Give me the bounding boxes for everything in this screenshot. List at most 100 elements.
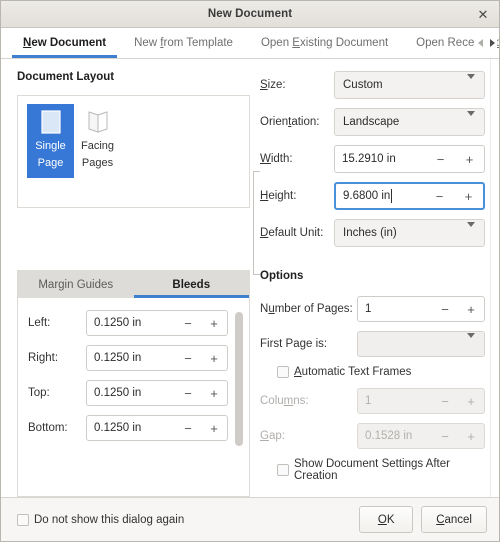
chevron-down-icon	[467, 227, 475, 239]
gap-input: 0.1528 in	[358, 430, 432, 442]
height-input[interactable]: 9.6800 in	[336, 189, 425, 203]
tab-new-from-template[interactable]: New from Template	[120, 28, 247, 58]
height-decrement-button[interactable]: −	[425, 184, 454, 208]
orientation-combo[interactable]: Landscape	[334, 108, 485, 136]
document-layout-title: Document Layout	[17, 71, 250, 83]
size-label: Size:	[260, 79, 334, 91]
height-control: 9.6800 in − +	[334, 182, 485, 210]
width-increment-button[interactable]: +	[455, 146, 484, 172]
show-document-settings-checkbox-row[interactable]: Show Document Settings After Creation	[260, 458, 485, 482]
dialog-footer: Do not show this dialog again OK Cancel	[1, 497, 499, 541]
default-unit-label: Default Unit:	[260, 227, 334, 239]
tab-new-document[interactable]: New Document	[9, 28, 120, 58]
lower-section: Margin Guides Bleeds Left: 0.1250 in	[1, 256, 499, 497]
bleed-top-label: Top:	[28, 387, 86, 399]
width-input[interactable]: 15.2910 in	[335, 153, 426, 165]
bleed-left-increment-button[interactable]: +	[201, 311, 227, 335]
columns-input: 1	[358, 395, 432, 407]
bleed-bottom-increment-button[interactable]: +	[201, 416, 227, 440]
height-increment-button[interactable]: +	[454, 184, 483, 208]
number-of-pages-input[interactable]: 1	[358, 303, 432, 315]
bleed-left-label: Left:	[28, 317, 86, 329]
dialog-content: Document Layout Single Page	[1, 59, 499, 497]
bleed-left-input[interactable]: 0.1250 in	[87, 317, 175, 329]
first-page-is-control	[357, 331, 485, 357]
do-not-show-checkbox-row[interactable]: Do not show this dialog again	[13, 514, 184, 526]
layout-option-single-page[interactable]: Single Page	[27, 104, 74, 178]
width-spinner[interactable]: 15.2910 in − +	[334, 145, 485, 173]
facing-pages-icon	[85, 109, 111, 135]
number-of-pages-increment-button[interactable]: +	[458, 297, 484, 321]
number-of-pages-decrement-button[interactable]: −	[432, 297, 458, 321]
default-unit-control: Inches (in)	[334, 219, 485, 247]
row-bleed-bottom: Bottom: 0.1250 in − +	[28, 415, 228, 441]
row-bleed-right: Right: 0.1250 in − +	[28, 345, 228, 371]
automatic-text-frames-checkbox[interactable]	[277, 366, 289, 378]
chevron-down-icon	[467, 116, 475, 128]
guides-fields: Left: 0.1250 in − + Right:	[28, 310, 234, 496]
layout-picker: Single Page Facing Pages	[17, 95, 250, 208]
gap-label: Gap:	[260, 430, 357, 442]
dialog-body-scrollbar[interactable]	[490, 59, 499, 497]
bleed-bottom-decrement-button[interactable]: −	[175, 416, 201, 440]
chevron-down-icon	[467, 79, 475, 91]
main-tabbar: New Document New from Template Open Exis…	[1, 28, 499, 59]
height-spinner[interactable]: 9.6800 in − +	[334, 182, 485, 210]
bleed-left-spinner[interactable]: 0.1250 in − +	[86, 310, 228, 336]
orientation-value: Landscape	[343, 116, 399, 128]
number-of-pages-control: 1 − +	[357, 296, 485, 322]
cancel-button[interactable]: Cancel	[421, 506, 487, 533]
options-rows: Number of Pages: 1 − + First Page is:	[260, 296, 485, 482]
tab-open-existing-document[interactable]: Open Existing Document	[247, 28, 402, 58]
chevron-left-icon[interactable]	[476, 36, 485, 50]
columns-decrement-button: −	[432, 389, 458, 413]
guides-scrollbar[interactable]	[234, 312, 244, 488]
row-first-page-is: First Page is:	[260, 331, 485, 357]
bleed-right-input[interactable]: 0.1250 in	[87, 352, 175, 364]
row-size: Size: Custom	[260, 71, 485, 99]
show-document-settings-label: Show Document Settings After Creation	[294, 458, 485, 482]
width-control: 15.2910 in − +	[334, 145, 485, 173]
row-bleed-left: Left: 0.1250 in − +	[28, 310, 228, 336]
tab-scrollers	[474, 28, 497, 58]
bleed-top-decrement-button[interactable]: −	[175, 381, 201, 405]
guides-scrollbar-thumb[interactable]	[235, 312, 243, 446]
tab-bleeds[interactable]: Bleeds	[134, 271, 250, 298]
bleed-right-decrement-button[interactable]: −	[175, 346, 201, 370]
layout-option-facing-pages[interactable]: Facing Pages	[74, 104, 121, 178]
bleed-left-decrement-button[interactable]: −	[175, 311, 201, 335]
bleed-right-control: 0.1250 in − +	[86, 345, 228, 371]
tab-new-from-template-label: rom Template	[163, 37, 232, 49]
number-of-pages-spinner[interactable]: 1 − +	[357, 296, 485, 322]
close-icon[interactable]: ✕	[475, 6, 491, 22]
first-page-is-combo[interactable]	[357, 331, 485, 357]
tab-margin-guides[interactable]: Margin Guides	[18, 271, 134, 298]
chevron-right-icon[interactable]	[488, 36, 497, 50]
number-of-pages-label: Number of Pages:	[260, 303, 357, 315]
size-combo[interactable]: Custom	[334, 71, 485, 99]
do-not-show-checkbox[interactable]	[17, 514, 29, 526]
columns-label: Columns:	[260, 395, 357, 407]
layout-option-single-page-label-1: Single	[35, 138, 66, 155]
guides-panel: Margin Guides Bleeds Left: 0.1250 in	[17, 270, 250, 497]
default-unit-combo[interactable]: Inches (in)	[334, 219, 485, 247]
bleed-top-increment-button[interactable]: +	[201, 381, 227, 405]
layout-option-facing-pages-label-2: Pages	[82, 155, 113, 172]
width-decrement-button[interactable]: −	[426, 146, 455, 172]
bleed-bottom-spinner[interactable]: 0.1250 in − +	[86, 415, 228, 441]
row-default-unit: Default Unit: Inches (in)	[260, 219, 485, 247]
options-panel: Options Number of Pages: 1 − +	[250, 270, 485, 497]
tab-open-existing-label: xisting Document	[300, 37, 388, 49]
ok-button[interactable]: OK	[359, 506, 413, 533]
bleed-bottom-input[interactable]: 0.1250 in	[87, 422, 175, 434]
titlebar: New Document ✕	[1, 1, 499, 28]
bleed-top-input[interactable]: 0.1250 in	[87, 387, 175, 399]
single-page-icon	[38, 109, 64, 135]
bleed-right-increment-button[interactable]: +	[201, 346, 227, 370]
automatic-text-frames-label: Automatic Text Frames	[294, 366, 411, 378]
orientation-label: Orientation:	[260, 116, 334, 128]
automatic-text-frames-checkbox-row[interactable]: Automatic Text Frames	[260, 366, 485, 378]
bleed-top-spinner[interactable]: 0.1250 in − +	[86, 380, 228, 406]
show-document-settings-checkbox[interactable]	[277, 464, 289, 476]
bleed-right-spinner[interactable]: 0.1250 in − +	[86, 345, 228, 371]
